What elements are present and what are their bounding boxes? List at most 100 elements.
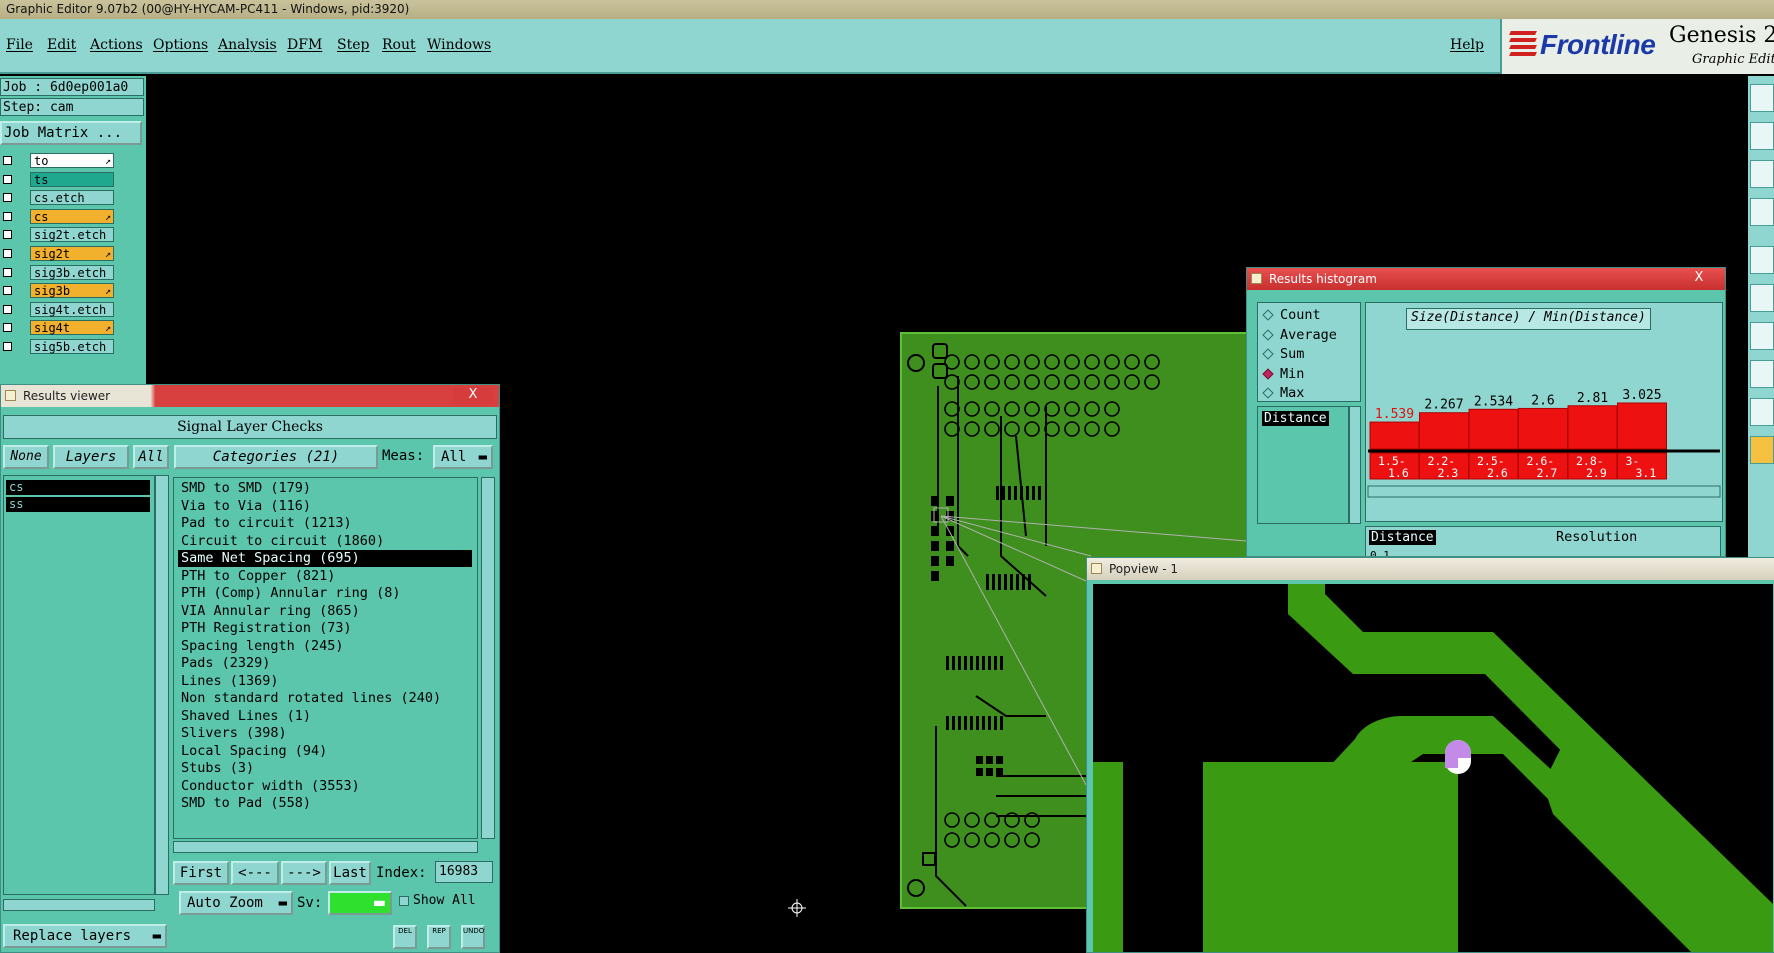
category-item[interactable]: Local Spacing (94) <box>178 743 472 760</box>
layer-checkbox[interactable] <box>3 211 12 221</box>
popview-title-bar[interactable]: Popview - 1 <box>1087 558 1774 580</box>
histogram-bar[interactable] <box>1419 412 1469 450</box>
category-item[interactable]: Slivers (398) <box>178 725 472 742</box>
histogram-title-bar[interactable]: Results histogram X <box>1247 268 1725 290</box>
resolution-distance-field[interactable]: Distance <box>1369 530 1436 545</box>
menu-file[interactable]: File <box>6 37 33 53</box>
histogram-hscrollbar[interactable] <box>1367 485 1721 498</box>
category-item[interactable]: SMD to Pad (558) <box>178 795 472 812</box>
category-list-hscrollbar[interactable] <box>173 841 478 853</box>
category-list[interactable]: SMD to SMD (179) Via to Via (116) Pad to c… <box>173 477 478 839</box>
close-icon[interactable]: X <box>1679 270 1719 287</box>
layer-name[interactable]: sig5b.etch <box>30 339 114 354</box>
layer-checkbox[interactable] <box>3 230 12 240</box>
menu-options[interactable]: Options <box>153 37 208 53</box>
category-item[interactable]: Shaved Lines (1) <box>178 708 472 725</box>
menu-windows[interactable]: Windows <box>427 37 491 53</box>
histogram-option-average[interactable]: Average <box>1262 327 1337 344</box>
category-item[interactable]: Lines (1369) <box>178 673 472 690</box>
layer-row[interactable]: sig5b.etch <box>0 338 146 356</box>
histogram-option-sum[interactable]: Sum <box>1262 346 1304 363</box>
histogram-option-min[interactable]: Min <box>1262 366 1304 383</box>
histogram-bar[interactable] <box>1518 407 1568 450</box>
layer-name[interactable]: cs ↗ <box>30 208 114 224</box>
menu-actions[interactable]: Actions <box>90 37 143 53</box>
layer-row[interactable]: sig2t.etch <box>0 226 146 244</box>
layer-row[interactable]: cs.etch <box>0 189 146 207</box>
replace-layers-dropdown[interactable]: Replace layers ▬ <box>3 924 167 948</box>
category-item[interactable]: Same Net Spacing (695) <box>178 550 472 567</box>
category-item[interactable]: Pad to circuit (1213) <box>178 515 472 532</box>
sv-color-dropdown[interactable]: ▬ <box>328 891 392 915</box>
job-matrix-button[interactable]: Job Matrix ... <box>0 121 142 145</box>
category-item[interactable]: Via to Via (116) <box>178 498 472 515</box>
layer-checkbox[interactable] <box>3 342 12 351</box>
toolbar-button-9[interactable] <box>1750 398 1774 426</box>
histogram-bar[interactable] <box>1617 402 1667 450</box>
last-button[interactable]: Last <box>329 861 371 885</box>
menu-help[interactable]: Help <box>1450 37 1484 53</box>
results-viewer-title-bar[interactable]: Results viewer X <box>1 385 499 407</box>
menu-edit[interactable]: Edit <box>47 37 76 53</box>
layer-checkbox[interactable] <box>3 323 12 333</box>
layer-name[interactable]: sig2t.etch <box>30 227 114 243</box>
toolbar-button-3[interactable] <box>1750 160 1774 188</box>
toolbar-button-5[interactable] <box>1750 246 1774 274</box>
category-item[interactable]: Circuit to circuit (1860) <box>178 533 472 550</box>
layer-name[interactable]: ts <box>30 171 114 187</box>
histogram-bar[interactable] <box>1468 408 1519 450</box>
auto-zoom-dropdown[interactable]: Auto Zoom ▬ <box>179 891 293 915</box>
histogram-option-count[interactable]: Count <box>1262 307 1321 324</box>
categories-button[interactable]: Categories (21) <box>174 445 378 469</box>
all-layers-button[interactable]: All <box>133 445 169 469</box>
layer-row[interactable]: to ↗ <box>0 152 146 170</box>
layer-row[interactable]: sig4t.etch <box>0 301 146 319</box>
layer-row[interactable]: sig3b.etch <box>0 264 146 282</box>
category-list-vscrollbar[interactable] <box>481 477 495 839</box>
layer-row[interactable]: cs ↗ <box>0 208 146 226</box>
prev-button[interactable]: <--- <box>231 861 279 885</box>
layer-name[interactable]: to ↗ <box>30 153 114 168</box>
close-icon[interactable]: X <box>453 387 493 404</box>
layer-name[interactable]: sig3b ↗ <box>30 283 114 299</box>
field-list-vscrollbar[interactable] <box>1349 406 1361 524</box>
histogram-option-max[interactable]: Max <box>1262 385 1304 402</box>
toolbar-button-4[interactable] <box>1750 198 1774 226</box>
layer-list-item[interactable]: ss <box>6 497 150 512</box>
show-all-checkbox[interactable] <box>399 896 409 906</box>
toolbar-button-7[interactable] <box>1750 322 1774 350</box>
layer-row[interactable]: sig4t ↗ <box>0 319 146 337</box>
layer-checkbox[interactable] <box>3 249 12 258</box>
layer-name[interactable]: sig3b.etch <box>30 264 114 280</box>
menu-analysis[interactable]: Analysis <box>218 37 277 53</box>
layer-name[interactable]: sig4t ↗ <box>30 320 114 336</box>
selected-layer-list[interactable]: cs ss <box>3 475 155 895</box>
distance-field[interactable]: Distance <box>1262 411 1329 426</box>
layer-checkbox[interactable] <box>3 193 12 203</box>
index-field[interactable]: 16983 <box>435 861 493 883</box>
histogram-bar[interactable] <box>1369 421 1420 450</box>
toolbar-button-6[interactable] <box>1750 284 1774 312</box>
category-item[interactable]: PTH (Comp) Annular ring (8) <box>178 585 472 602</box>
popview-canvas[interactable] <box>1093 584 1773 952</box>
category-item[interactable]: PTH Registration (73) <box>178 620 472 637</box>
layer-name[interactable]: sig4t.etch <box>30 301 114 317</box>
layers-button[interactable]: Layers <box>53 445 129 469</box>
histogram-bar[interactable] <box>1567 405 1618 450</box>
menu-step[interactable]: Step <box>337 37 369 53</box>
layer-row[interactable]: sig3b ↗ <box>0 282 146 300</box>
meas-dropdown[interactable]: All ▬ <box>433 445 493 469</box>
layer-checkbox[interactable] <box>3 156 12 165</box>
undo-tool-button[interactable]: UNDO <box>461 925 485 949</box>
layer-name[interactable]: cs.etch <box>30 190 114 206</box>
category-item[interactable]: Spacing length (245) <box>178 638 472 655</box>
menu-dfm[interactable]: DFM <box>287 37 322 53</box>
category-item[interactable]: Conductor width (3553) <box>178 778 472 795</box>
layer-list-vscrollbar[interactable] <box>155 475 169 895</box>
layer-row[interactable]: ts <box>0 171 146 189</box>
delete-tool-button[interactable]: DEL <box>393 925 417 949</box>
menu-rout[interactable]: Rout <box>382 37 416 53</box>
layer-list-item[interactable]: cs <box>6 480 150 495</box>
category-item[interactable]: SMD to SMD (179) <box>178 480 472 497</box>
category-item[interactable]: Stubs (3) <box>178 760 472 777</box>
